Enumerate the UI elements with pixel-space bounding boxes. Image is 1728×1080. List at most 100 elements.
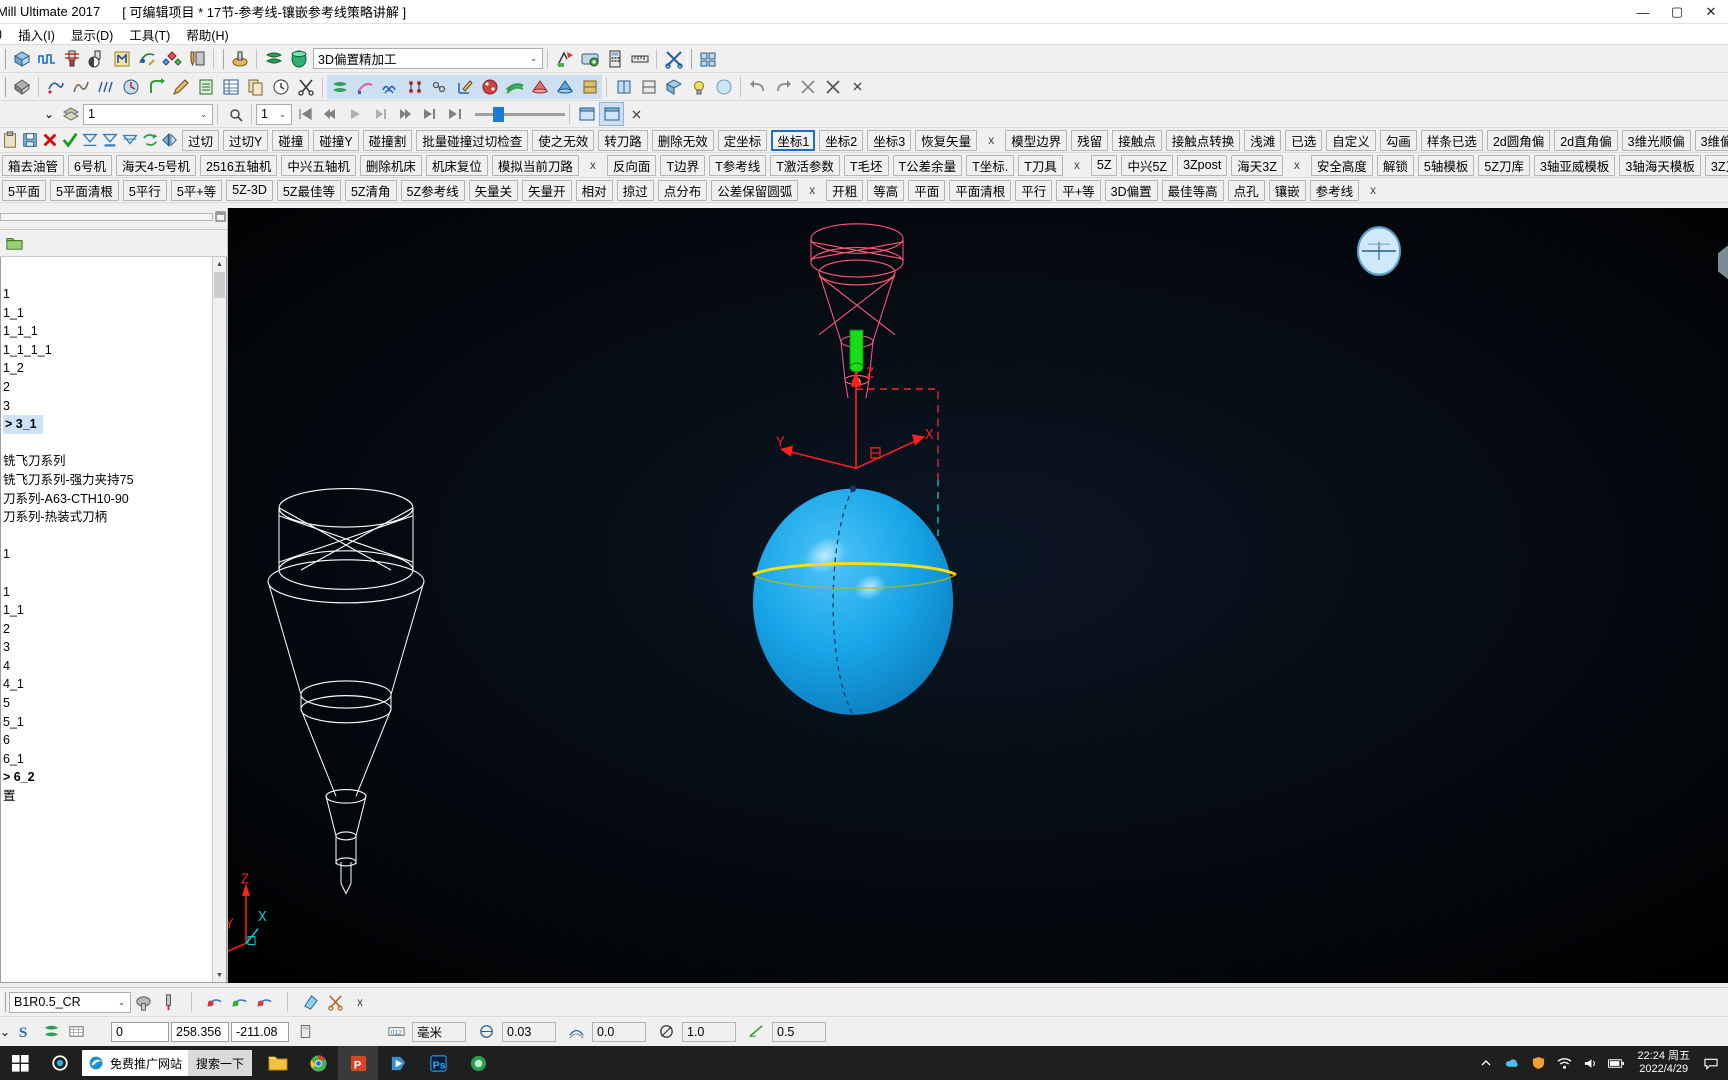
btn-collision-y[interactable]: 碰撞Y (313, 129, 359, 151)
tree-item-19[interactable]: 3 (1, 638, 226, 657)
strategy-combo[interactable]: 3D偏置精加工 ⌄ (313, 48, 543, 69)
window-icon[interactable] (574, 102, 599, 126)
btn-constant-z[interactable]: 等高 (867, 179, 905, 201)
undo-icon[interactable] (745, 75, 770, 99)
btn-5axis-template[interactable]: 5轴模板 (1417, 154, 1475, 176)
custom-toolbar-1-close[interactable]: x (982, 130, 1000, 150)
tp-green-icon[interactable] (227, 990, 252, 1014)
drill-icon[interactable] (477, 74, 502, 99)
sim-toolbar-close-icon[interactable] (627, 104, 645, 124)
stepover-field[interactable]: 0.5 (772, 1021, 826, 1042)
thickness-icon[interactable] (564, 1020, 589, 1044)
levels-icon[interactable] (58, 102, 83, 126)
search-box[interactable]: 免费推广网站 搜索一下 (82, 1050, 253, 1076)
btn-simulate-current[interactable]: 模拟当前刀路 (491, 154, 579, 176)
pattern-icon[interactable] (134, 47, 159, 71)
align-top-icon[interactable] (80, 128, 100, 152)
workplane-icon[interactable] (109, 47, 134, 71)
clock-icon[interactable] (268, 75, 293, 99)
simulation-slider[interactable] (475, 104, 565, 124)
btn-roughing[interactable]: 开粗 (826, 179, 864, 201)
view-all-icon[interactable] (695, 47, 720, 71)
btn-gouge-y[interactable]: 过切Y (223, 129, 269, 151)
custom-toolbar-2-close[interactable]: x (584, 155, 602, 175)
redo-icon[interactable] (770, 75, 795, 99)
btn-collision[interactable]: 碰撞 (272, 129, 310, 151)
toolbar-grip-3[interactable] (687, 48, 692, 69)
btn-transfer-toolpath[interactable]: 转刀路 (598, 129, 648, 151)
btn-3axis-yawei-template[interactable]: 3轴亚威模板 (1533, 154, 1616, 176)
thickness-field[interactable]: 0.0 (592, 1021, 646, 1042)
btn-3d-offset-2[interactable]: 3D偏置 (1104, 179, 1158, 201)
stepover-icon[interactable] (744, 1020, 769, 1044)
btn-machine-zhongxing[interactable]: 中兴五轴机 (281, 154, 356, 176)
tree-item-7-selected[interactable]: > 3_1 (1, 415, 226, 434)
block-icon[interactable] (9, 47, 34, 71)
accept-green-icon[interactable] (60, 128, 80, 152)
btn-custom[interactable]: 自定义 (1326, 129, 1376, 151)
tool-measure-icon[interactable] (156, 990, 181, 1014)
toolpath-icon[interactable] (34, 47, 59, 71)
volume-icon[interactable] (1577, 1046, 1603, 1080)
minimize-button[interactable]: — (1626, 0, 1660, 24)
step-icon[interactable] (392, 102, 417, 126)
points-icon[interactable] (402, 74, 427, 99)
taskbar-clock[interactable]: 22:24 周五 2022/4/29 (1629, 1050, 1698, 1076)
wifi-icon[interactable] (1551, 1046, 1577, 1080)
tree-item-23[interactable]: 5_1 (1, 713, 226, 732)
pin-icon[interactable] (213, 209, 227, 223)
strategy-type-icon[interactable] (286, 47, 311, 71)
chevron-down-icon[interactable]: ⌄ (525, 53, 542, 64)
toolbar-grip-2[interactable] (219, 48, 224, 69)
btn-point-distribution[interactable]: 点分布 (657, 179, 708, 201)
next-icon[interactable] (417, 102, 442, 126)
btn-5z-best-const[interactable]: 5Z最佳等 (276, 179, 341, 201)
chevron-up-icon[interactable] (1473, 1046, 1499, 1080)
search-button[interactable]: 搜索一下 (188, 1050, 253, 1076)
menu-view[interactable]: 显示(D) (63, 23, 121, 46)
tree-item-17[interactable]: 1_1 (1, 601, 226, 620)
btn-3axis-haitian-template[interactable]: 3轴海天模板 (1619, 154, 1701, 176)
btn-5z-3d[interactable]: 5Z-3D (226, 179, 273, 201)
tool-chevron-down-icon[interactable]: ⌄ (113, 997, 130, 1008)
btn-3z-toollib[interactable]: 3Z刀库 (1704, 154, 1728, 176)
prev-icon[interactable] (317, 102, 342, 126)
explorer-icon[interactable] (258, 1046, 298, 1080)
cone-blue-icon[interactable] (552, 74, 577, 99)
cross-icon[interactable] (795, 75, 820, 99)
start-icon[interactable] (0, 1046, 40, 1080)
tool-number-combo[interactable]: 1 ⌄ (256, 103, 292, 125)
vertical-strategy-icon[interactable] (39, 1020, 64, 1044)
menu-insert[interactable]: 插入(I) (10, 23, 63, 46)
btn-t-block[interactable]: T毛坯 (843, 154, 889, 176)
custom-toolbar-2c-close[interactable]: x (1288, 155, 1306, 175)
btn-t-pattern[interactable]: T参考线 (709, 154, 767, 176)
flip-icon[interactable] (160, 128, 180, 152)
project-tree[interactable]: 1 1_1 1_1_1 1_1_1_1 1_2 2 3 > 3_1 铣飞刀系列 … (0, 257, 227, 983)
btn-2d-square-offset[interactable]: 2d直角偏 (1554, 129, 1618, 151)
btn-2d-round-offset[interactable]: 2d圆角偏 (1486, 129, 1551, 151)
btn-embedded[interactable]: 镶嵌 (1268, 179, 1306, 201)
btn-t-tolerance[interactable]: T公差余量 (892, 154, 963, 176)
copy-icon[interactable] (243, 75, 268, 99)
menu-help[interactable]: 帮助(H) (178, 23, 236, 46)
tree-item-5[interactable]: 2 (1, 378, 226, 397)
tp-blue-icon[interactable] (252, 990, 277, 1014)
shiny-icon[interactable] (327, 74, 352, 99)
pause-icon[interactable] (367, 102, 392, 126)
btn-restore-vector[interactable]: 恢复矢量 (915, 129, 978, 151)
table-icon[interactable] (193, 75, 218, 99)
btn-5-plane[interactable]: 5平面 (2, 179, 46, 201)
tool-number-chevron-icon[interactable]: ⌄ (274, 109, 291, 120)
menu-file[interactable]: ) (0, 25, 10, 43)
tree-item-18[interactable]: 2 (1, 620, 226, 639)
cone-red-icon[interactable] (527, 74, 552, 99)
cross2-icon[interactable] (820, 75, 845, 99)
btn-5-plane-rest[interactable]: 5平面清根 (49, 179, 119, 201)
btn-flat[interactable]: 平面 (908, 179, 946, 201)
shade2-icon[interactable] (577, 74, 602, 99)
diameter-field[interactable]: 1.0 (682, 1021, 736, 1042)
scissors2-icon[interactable] (323, 990, 348, 1014)
calculator-icon[interactable] (602, 47, 627, 71)
recycle-icon[interactable] (140, 128, 160, 152)
